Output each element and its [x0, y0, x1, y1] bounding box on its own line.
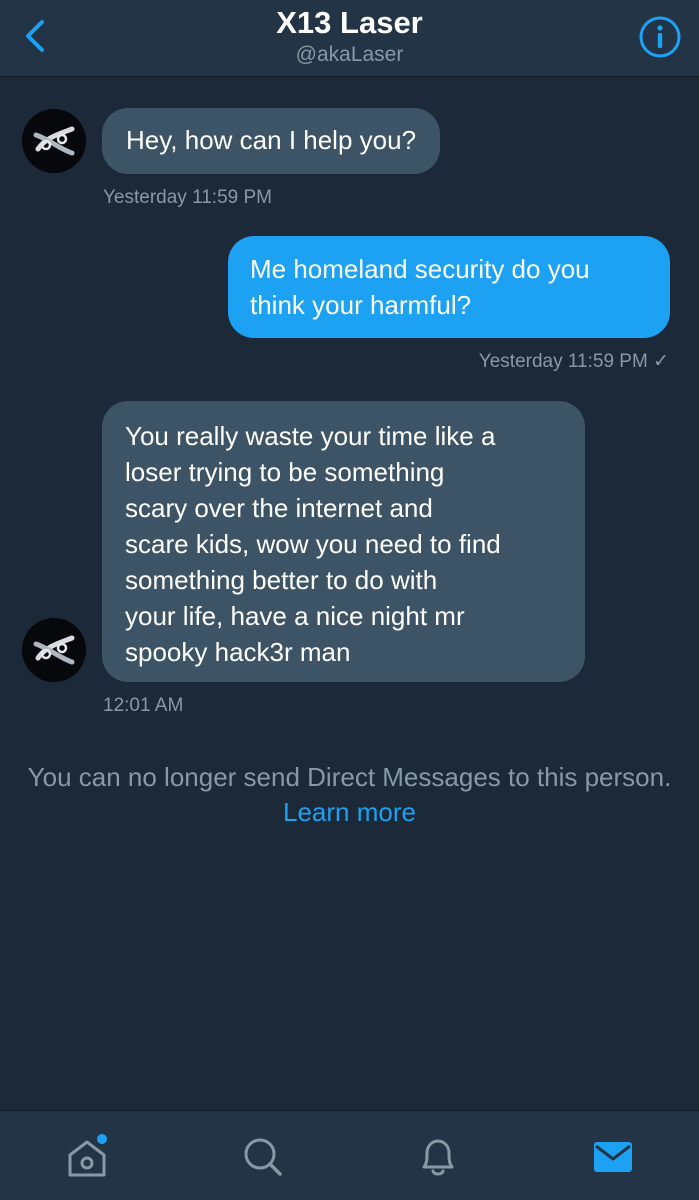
bottom-tab-bar	[0, 1110, 699, 1200]
tab-notifications[interactable]	[416, 1133, 460, 1181]
learn-more-link[interactable]: Learn more	[283, 797, 416, 827]
conversation-title-area[interactable]: X13 Laser @akaLaser	[150, 4, 549, 68]
tab-search[interactable]	[241, 1133, 285, 1181]
dm-conversation-screen: X13 Laser @akaLaser Hey, how can I help …	[0, 0, 699, 1200]
x13-logo-avatar	[22, 109, 86, 173]
user-handle: @akaLaser	[295, 43, 404, 66]
tab-messages[interactable]	[591, 1133, 635, 1181]
info-icon	[639, 16, 681, 58]
back-button[interactable]	[14, 12, 58, 60]
conversation-header: X13 Laser @akaLaser	[0, 0, 699, 77]
avatar[interactable]	[22, 618, 86, 682]
search-icon	[244, 1138, 282, 1176]
message-timestamp: 12:01 AM	[103, 695, 184, 716]
mail-icon	[594, 1142, 632, 1172]
notice-text: You can no longer send Direct Messages t…	[27, 762, 672, 792]
bell-icon	[422, 1139, 454, 1176]
chevron-left-icon	[26, 20, 44, 52]
message-bubble-outgoing[interactable]: Me homeland security do you think your h…	[228, 236, 670, 338]
message-timestamp: Yesterday 11:59 PM	[103, 187, 272, 208]
avatar[interactable]	[22, 109, 86, 173]
message-timestamp-read: Yesterday 11:59 PM ✓	[478, 351, 669, 372]
x13-logo-avatar	[22, 618, 86, 682]
tab-home[interactable]	[65, 1133, 109, 1181]
notification-dot	[97, 1134, 107, 1144]
info-button[interactable]	[637, 14, 683, 60]
dm-disabled-notice: You can no longer send Direct Messages t…	[20, 760, 679, 830]
message-bubble-incoming[interactable]: You really waste your time like a loser …	[102, 401, 585, 682]
home-icon	[68, 1134, 107, 1177]
message-bubble-incoming[interactable]: Hey, how can I help you?	[102, 108, 441, 174]
page-title: X13 Laser	[276, 5, 423, 40]
